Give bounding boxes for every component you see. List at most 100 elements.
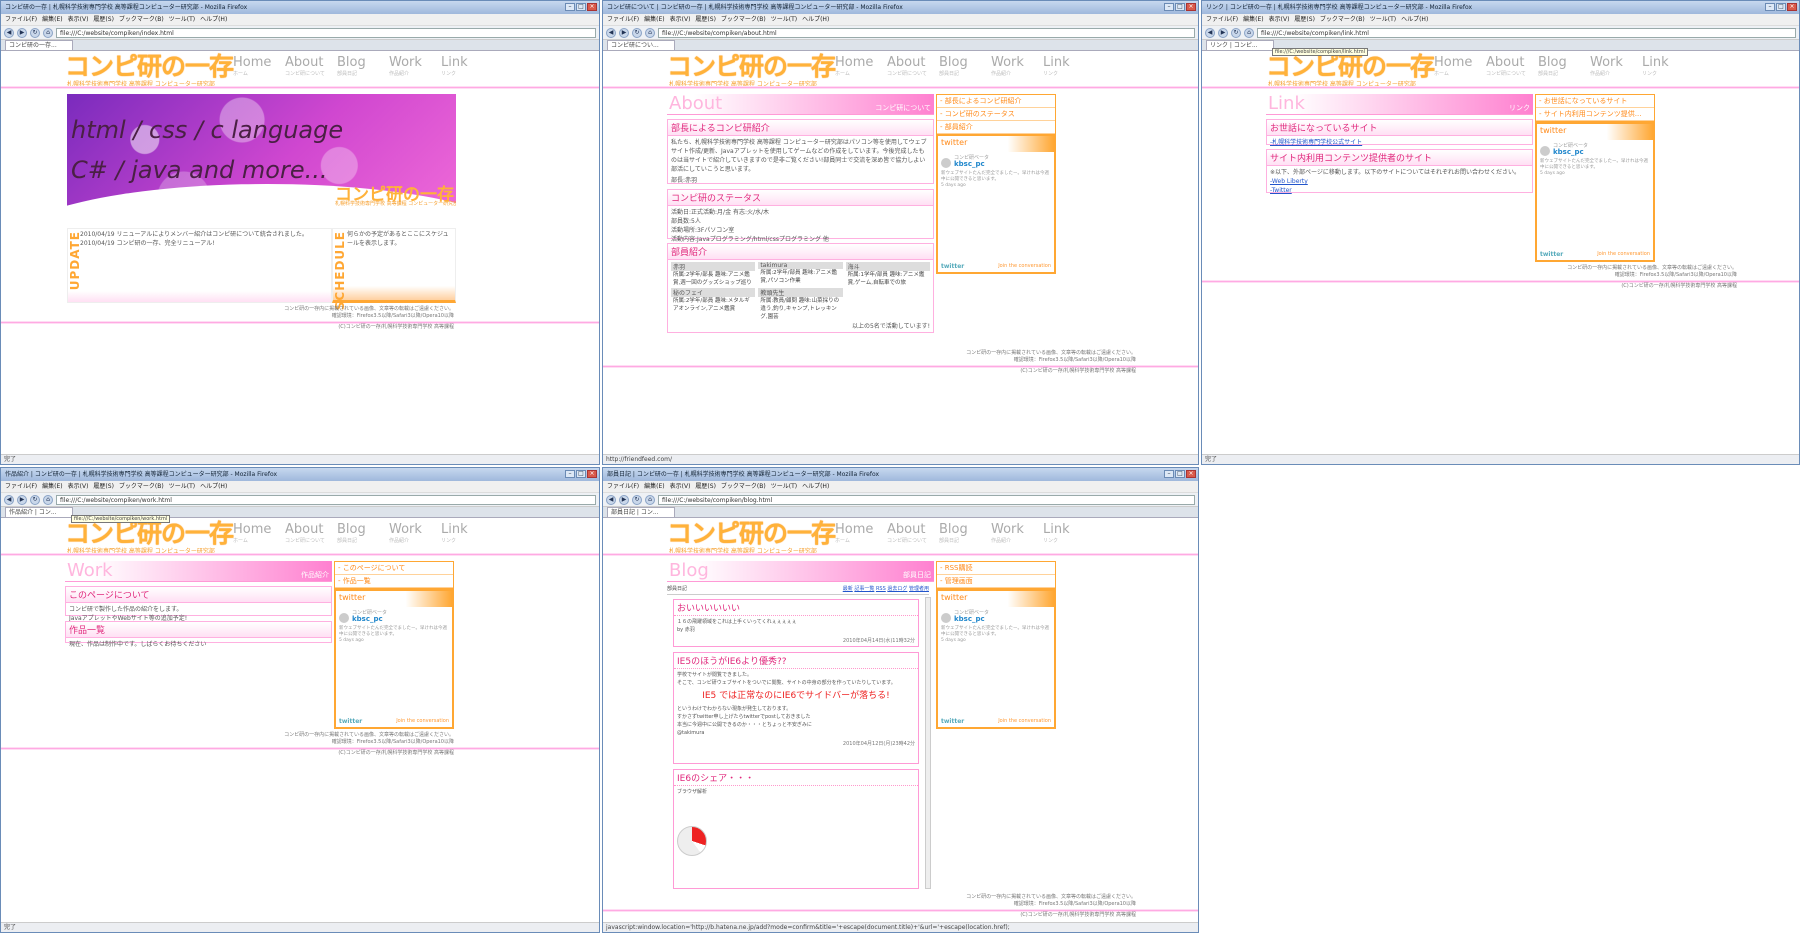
- side-link[interactable]: - 作品一覧: [335, 575, 453, 588]
- nav-home[interactable]: Home ホーム: [233, 56, 277, 78]
- menu-help[interactable]: ヘルプ(H): [802, 16, 829, 23]
- menu-history[interactable]: 履歴(S): [695, 16, 716, 23]
- close-button[interactable]: ×: [1787, 3, 1797, 11]
- menu-bookmarks[interactable]: ブックマーク(B): [119, 483, 164, 490]
- minimize-button[interactable]: –: [1164, 470, 1174, 478]
- reload-icon[interactable]: ↻: [632, 494, 642, 505]
- side-link[interactable]: - サイト内利用コンテンツ提供...: [1536, 108, 1654, 121]
- menu-tools[interactable]: ツール(T): [771, 16, 797, 23]
- minimize-button[interactable]: –: [1164, 3, 1174, 11]
- menu-tools[interactable]: ツール(T): [1370, 16, 1396, 23]
- back-icon[interactable]: ◀: [606, 27, 616, 38]
- site-logo[interactable]: コンピ研の一存: [65, 521, 234, 547]
- back-icon[interactable]: ◀: [606, 494, 616, 505]
- menu-edit[interactable]: 編集(E): [1243, 16, 1263, 23]
- nav-link[interactable]: Link リンク: [1642, 56, 1686, 78]
- nav-about[interactable]: About コンピ研について: [887, 56, 931, 78]
- menu-file[interactable]: ファイル(F): [607, 16, 639, 23]
- tab-active[interactable]: 部員日記 | コン...: [607, 507, 675, 517]
- menu-edit[interactable]: 編集(E): [644, 483, 664, 490]
- menu-bookmarks[interactable]: ブックマーク(B): [721, 16, 766, 23]
- school-link[interactable]: -札幌科学技術専門学校公式サイト: [1270, 139, 1362, 146]
- nav-work[interactable]: Work 作品紹介: [389, 56, 433, 78]
- nav-work[interactable]: Work 作品紹介: [991, 523, 1035, 545]
- provider-link[interactable]: -Web Liberty: [1270, 177, 1529, 186]
- tab-active[interactable]: コンピ研の一存...: [5, 40, 73, 50]
- tweet-time[interactable]: 5 days ago: [941, 183, 1051, 189]
- post-title[interactable]: IE6のシェア・・・: [674, 770, 918, 786]
- forward-icon[interactable]: ▶: [619, 494, 629, 505]
- site-logo[interactable]: コンピ研の一存: [65, 54, 234, 80]
- side-link[interactable]: - お世話になっているサイト: [1536, 95, 1654, 108]
- menu-view[interactable]: 表示(V): [68, 483, 89, 490]
- back-icon[interactable]: ◀: [4, 494, 14, 505]
- minimize-button[interactable]: –: [565, 470, 575, 478]
- avatar[interactable]: [339, 613, 349, 623]
- menu-help[interactable]: ヘルプ(H): [200, 16, 227, 23]
- nav-about[interactable]: About コンピ研について: [1486, 56, 1530, 78]
- nav-blog[interactable]: Blog 部員日記: [939, 523, 983, 545]
- nav-blog[interactable]: Blog 部員日記: [337, 56, 381, 78]
- nav-about[interactable]: About コンピ研について: [285, 523, 329, 545]
- reload-icon[interactable]: ↻: [632, 27, 642, 38]
- side-link[interactable]: - 部長によるコンピ研紹介: [937, 95, 1055, 108]
- forward-icon[interactable]: ▶: [17, 494, 27, 505]
- reload-icon[interactable]: ↻: [1231, 27, 1241, 38]
- avatar[interactable]: [1540, 146, 1550, 156]
- blog-link-admin[interactable]: 管理者用: [909, 586, 929, 592]
- url-bar[interactable]: file:///C:/website/compiken/index.html: [56, 27, 596, 38]
- home-icon[interactable]: ⌂: [43, 27, 53, 38]
- post-title[interactable]: おいいいいいい: [674, 600, 918, 616]
- menu-help[interactable]: ヘルプ(H): [1401, 16, 1428, 23]
- nav-work[interactable]: Work 作品紹介: [389, 523, 433, 545]
- menu-file[interactable]: ファイル(F): [5, 483, 37, 490]
- tweet-time[interactable]: 5 days ago: [941, 638, 1051, 644]
- tab-active[interactable]: リンク | コンピ...: [1206, 40, 1274, 50]
- twitter-logo[interactable]: twitter: [1540, 251, 1563, 258]
- blog-link-list[interactable]: 記事一覧: [854, 586, 874, 592]
- blog-link-latest[interactable]: 最新: [843, 586, 853, 592]
- menu-view[interactable]: 表示(V): [670, 483, 691, 490]
- blog-link-archive[interactable]: 過去ログ: [887, 586, 907, 592]
- nav-link[interactable]: Link リンク: [441, 523, 485, 545]
- menu-help[interactable]: ヘルプ(H): [200, 483, 227, 490]
- side-link[interactable]: - 管理画面: [937, 575, 1055, 588]
- nav-about[interactable]: About コンピ研について: [887, 523, 931, 545]
- avatar[interactable]: [941, 613, 951, 623]
- twitter-handle[interactable]: kbsc_pc: [954, 161, 989, 168]
- blog-link-rss[interactable]: RSS: [876, 586, 886, 592]
- menu-history[interactable]: 履歴(S): [93, 483, 114, 490]
- maximize-button[interactable]: □: [576, 3, 586, 11]
- tab-active[interactable]: コンピ研につい...: [607, 40, 675, 50]
- twitter-logo[interactable]: twitter: [941, 718, 964, 725]
- nav-about[interactable]: About コンピ研について: [285, 56, 329, 78]
- twitter-handle[interactable]: kbsc_pc: [352, 616, 387, 623]
- url-bar[interactable]: file:///C:/website/compiken/work.html: [56, 494, 596, 505]
- menu-file[interactable]: ファイル(F): [1206, 16, 1238, 23]
- nav-home[interactable]: Home ホーム: [835, 56, 879, 78]
- reload-icon[interactable]: ↻: [30, 494, 40, 505]
- nav-blog[interactable]: Blog 部員日記: [939, 56, 983, 78]
- twitter-logo[interactable]: twitter: [339, 718, 362, 725]
- site-logo[interactable]: コンピ研の一存: [667, 521, 836, 547]
- menu-history[interactable]: 履歴(S): [1294, 16, 1315, 23]
- home-icon[interactable]: ⌂: [645, 494, 655, 505]
- forward-icon[interactable]: ▶: [619, 27, 629, 38]
- maximize-button[interactable]: □: [1776, 3, 1786, 11]
- menu-bookmarks[interactable]: ブックマーク(B): [1320, 16, 1365, 23]
- url-bar[interactable]: file:///C:/website/compiken/about.html: [658, 27, 1195, 38]
- join-link[interactable]: Join the conversation: [998, 263, 1051, 269]
- menu-tools[interactable]: ツール(T): [169, 16, 195, 23]
- back-icon[interactable]: ◀: [4, 27, 14, 38]
- join-link[interactable]: Join the conversation: [396, 718, 449, 724]
- tweet-time[interactable]: 5 days ago: [339, 638, 449, 644]
- tab-active[interactable]: 作品紹介 | コン...: [5, 507, 73, 517]
- nav-work[interactable]: Work 作品紹介: [1590, 56, 1634, 78]
- nav-work[interactable]: Work 作品紹介: [991, 56, 1035, 78]
- join-link[interactable]: Join the conversation: [1597, 251, 1650, 257]
- blog-scrollbar[interactable]: [925, 597, 931, 889]
- menu-view[interactable]: 表示(V): [68, 16, 89, 23]
- nav-home[interactable]: Home ホーム: [1434, 56, 1478, 78]
- menu-help[interactable]: ヘルプ(H): [802, 483, 829, 490]
- url-bar[interactable]: file:///C:/website/compiken/link.html: [1257, 27, 1796, 38]
